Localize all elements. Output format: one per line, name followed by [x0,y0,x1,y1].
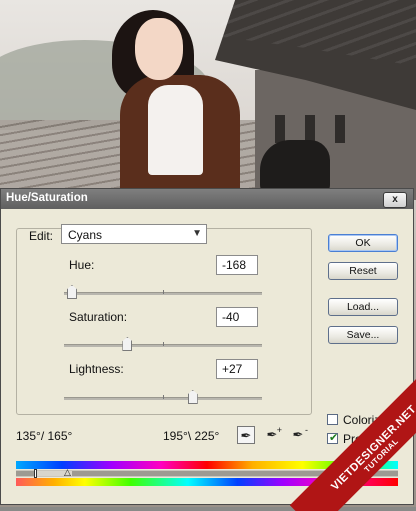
title-bar[interactable]: Hue/Saturation x [1,189,413,209]
dialog-title: Hue/Saturation [6,192,88,204]
edit-range-select[interactable]: Cyans ▼ [61,224,207,244]
close-button[interactable]: x [383,192,407,208]
eyedropper-icon[interactable]: ✒ [237,426,255,444]
reset-button[interactable]: Reset [328,262,398,280]
save-button[interactable]: Save... [328,326,398,344]
eyedropper-plus-icon[interactable]: ✒ + [263,425,282,444]
lightness-input[interactable]: +27 [216,359,258,379]
person-shirt [148,85,203,175]
dark-jacket [260,140,330,195]
hue-label: Hue: [69,258,95,272]
edit-label: Edit: [27,229,56,243]
range-handle-left[interactable] [34,469,37,478]
person-face [135,18,183,80]
chevron-down-icon: ▼ [192,228,202,239]
range-left-readout: 135°/ 165° [16,429,73,443]
saturation-input[interactable]: -40 [216,307,258,327]
ok-button[interactable]: OK [328,234,398,252]
lightness-label: Lightness: [69,362,124,376]
range-right-readout: 195°\ 225° [163,429,220,443]
saturation-label: Saturation: [69,310,128,324]
load-button[interactable]: Load... [328,298,398,316]
adjustments-group [16,228,312,415]
edit-range-value: Cyans [68,228,103,242]
watermark-ribbon: VIETDESIGNER.NET TUTORIAL [284,371,416,511]
range-pointer-icon[interactable]: △ [64,467,71,478]
watermark-subtext: TUTORIAL [362,436,401,475]
watermark-text: VIETDESIGNER.NET [329,403,416,493]
hue-input[interactable]: -168 [216,255,258,275]
